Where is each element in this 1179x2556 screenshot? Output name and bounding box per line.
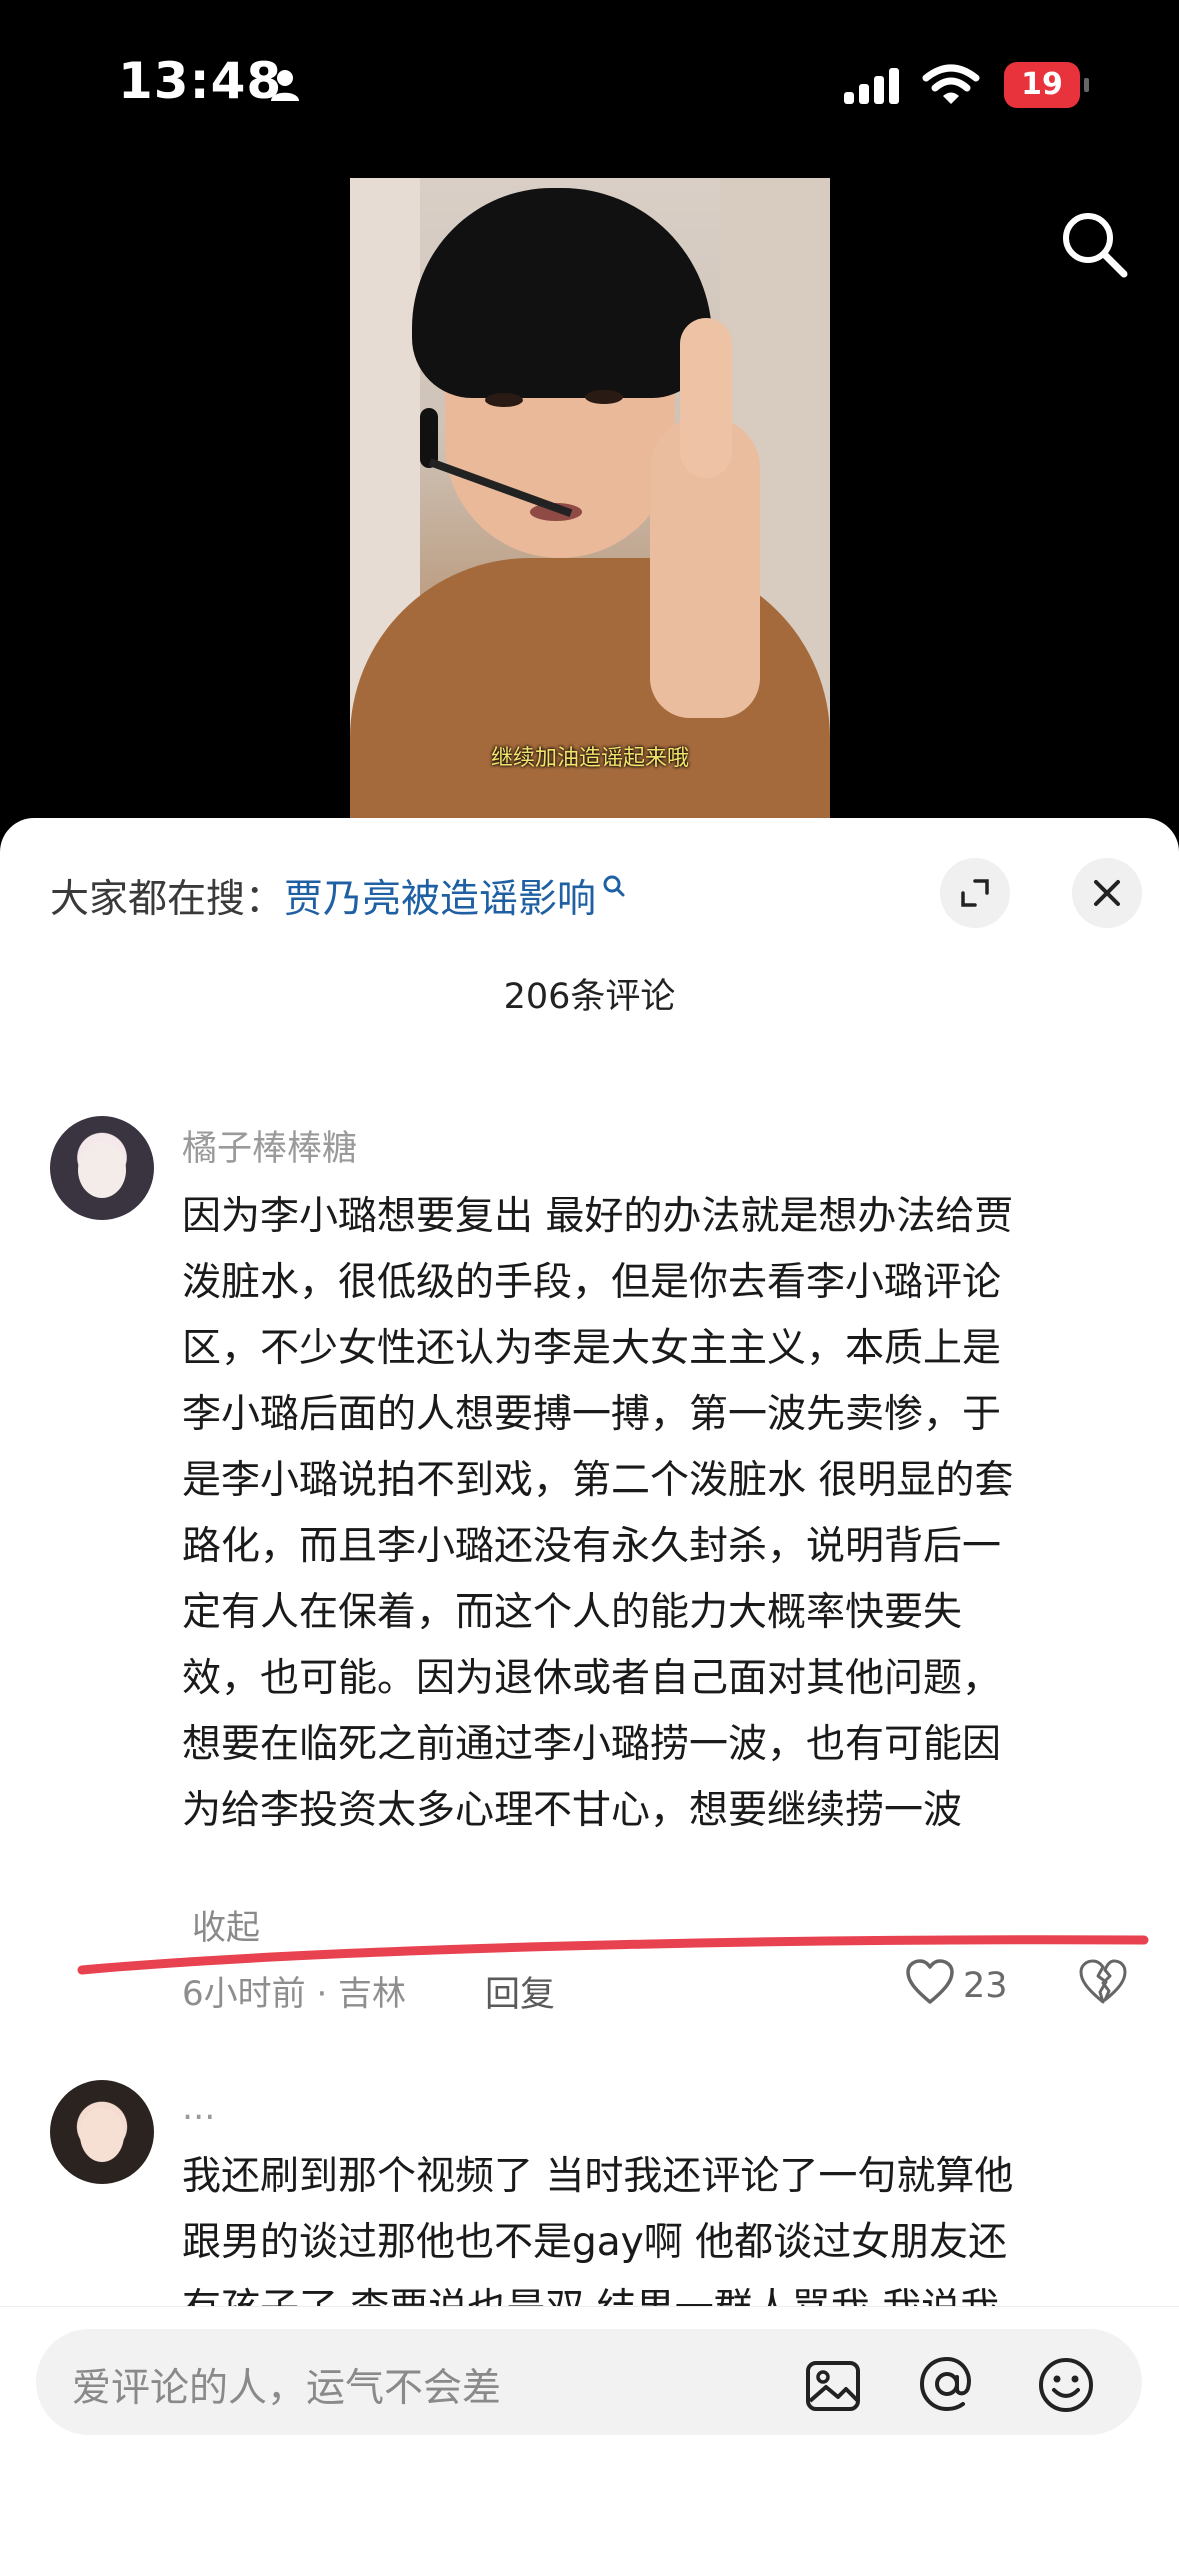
signal-icon [842, 66, 904, 110]
comment-line: 效，也可能。因为退休或者自己面对其他问题， [182, 1656, 1002, 1701]
trending-search[interactable]: 大家都在搜：贾乃亮被造谣影响 [50, 868, 626, 924]
comment-line: 因为李小璐想要复出 最好的办法就是想办法给贾 [182, 1194, 1014, 1239]
comment-line: 李小璐后面的人想要搏一搏，第一波先卖惨，于 [182, 1392, 1002, 1437]
comment-line: 想要在临死之前通过李小璐捞一波，也有可能因 [182, 1722, 1002, 1767]
comment-line: 泼脏水，很低级的手段，但是你去看李小璐评论 [182, 1260, 1002, 1305]
comment-input[interactable]: 爱评论的人，运气不会差 [36, 2329, 1142, 2435]
comment-username[interactable]: ... [182, 2088, 215, 2128]
video-player[interactable]: 继续加油造谣起来哦 [350, 178, 830, 820]
comment-line: 跟男的谈过那他也不是gay啊 他都谈过女朋友还 [182, 2220, 1008, 2265]
close-icon [1094, 880, 1120, 906]
comment-line: 路化，而且李小璐还没有永久封杀，说明背后一 [182, 1524, 1002, 1569]
trending-term[interactable]: 贾乃亮被造谣影响 [284, 877, 596, 922]
wifi-icon [922, 64, 980, 112]
avatar[interactable] [50, 2080, 154, 2184]
comment-text[interactable]: 因为李小璐想要复出 最好的办法就是想办法给贾 泼脏水，很低级的手段，但是你去看李… [182, 1184, 1142, 1844]
emoji-icon[interactable] [1036, 2355, 1096, 2419]
person-icon [268, 68, 302, 106]
search-icon[interactable] [1058, 208, 1130, 284]
like-count: 23 [963, 1966, 1008, 2006]
comment-line: 我还刷到那个视频了 当时我还评论了一句就算他 [182, 2154, 1014, 2199]
battery-badge: 19 [1004, 62, 1080, 108]
comment-input-bar: 爱评论的人，运气不会差 [0, 2306, 1179, 2556]
status-time: 13:48 [118, 52, 283, 110]
at-icon[interactable] [916, 2353, 978, 2419]
comment-sheet: 大家都在搜：贾乃亮被造谣影响 206条评论 橘子棒棒糖 因为李小璐想要复出 最好… [0, 818, 1179, 2556]
battery-nub [1084, 78, 1089, 92]
comment-count: 206条评论 [503, 977, 676, 1017]
dislike-heart-icon[interactable] [1078, 1958, 1128, 2010]
status-bar: 13:48 19 [0, 0, 1179, 160]
video-subtitle: 继续加油造谣起来哦 [490, 746, 689, 771]
expand-button[interactable] [940, 858, 1010, 928]
comment-line: 是李小璐说拍不到戏，第二个泼脏水 很明显的套 [182, 1458, 1014, 1503]
image-icon[interactable] [804, 2359, 862, 2417]
comment-input-placeholder: 爱评论的人，运气不会差 [72, 2366, 502, 2411]
search-icon [600, 868, 626, 913]
comment-line: 区，不少女性还认为李是大女主主义，本质上是 [182, 1326, 1002, 1371]
expand-icon [961, 879, 989, 907]
comment-line: 为给李投资太多心理不甘心，想要继续捞一波 [182, 1788, 963, 1833]
avatar[interactable] [50, 1116, 154, 1220]
comment-username[interactable]: 橘子棒棒糖 [182, 1120, 357, 1171]
close-button[interactable] [1072, 858, 1142, 928]
comment-meta: 6小时前 · 吉林 [182, 1974, 407, 2014]
trending-prefix: 大家都在搜： [50, 877, 285, 922]
comment-line: 定有人在保着，而这个人的能力大概率快要失 [182, 1590, 963, 1635]
reply-button[interactable]: 回复 [485, 1966, 555, 2017]
heart-icon[interactable] [905, 1958, 955, 2010]
